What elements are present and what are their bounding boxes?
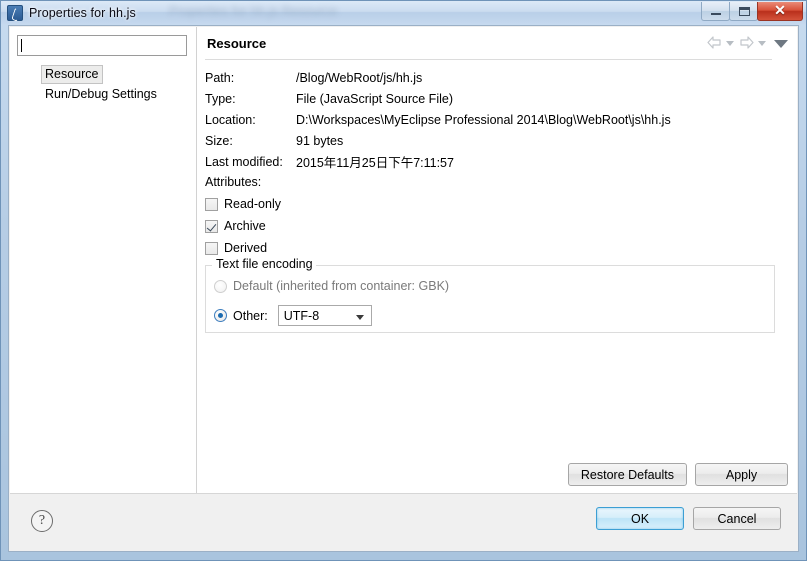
dialog-footer: ? OK Cancel	[10, 493, 797, 550]
checkbox-label: Archive	[224, 219, 266, 233]
resource-properties: Path: /Blog/WebRoot/js/hh.js Type: File …	[205, 67, 785, 172]
back-chevron-down-icon[interactable]	[725, 36, 736, 50]
close-button[interactable]: ✕	[757, 2, 803, 21]
window-frame: Properties for hh.js Resource Properties…	[0, 0, 807, 561]
radio-encoding-other[interactable]: Other:	[214, 309, 268, 323]
property-value: 91 bytes	[296, 133, 344, 148]
panel-action-buttons: Restore Defaults Apply	[567, 463, 788, 486]
minimize-button[interactable]	[701, 2, 730, 21]
dialog-body: Resource Run/Debug Settings Resource Pat…	[8, 25, 799, 552]
myeclipse-icon	[7, 4, 23, 21]
page-title: Resource	[207, 35, 267, 51]
title-ghost-text: Properties for hh.js Resource	[169, 3, 338, 18]
sidebar: Resource Run/Debug Settings	[10, 27, 197, 494]
apply-button[interactable]: Apply	[695, 463, 788, 486]
checkbox-label: Derived	[224, 241, 268, 255]
property-label: Path:	[205, 70, 235, 85]
encoding-combobox-value: UTF-8	[283, 308, 320, 323]
properties-tree: Resource Run/Debug Settings	[10, 65, 196, 105]
filter-input[interactable]	[17, 35, 187, 56]
property-value: /Blog/WebRoot/js/hh.js	[296, 70, 423, 85]
header-divider	[205, 59, 772, 60]
property-row-path: Path: /Blog/WebRoot/js/hh.js	[205, 67, 785, 88]
restore-defaults-button[interactable]: Restore Defaults	[567, 463, 687, 486]
checkbox-icon	[205, 197, 218, 211]
forward-arrow-icon[interactable]	[738, 35, 755, 50]
checkbox-checked-icon	[205, 219, 218, 233]
view-menu-icon[interactable]	[773, 36, 789, 50]
maximize-button[interactable]	[729, 2, 758, 21]
panel-toolbar	[706, 35, 789, 50]
content-region: Resource Run/Debug Settings Resource Pat…	[10, 27, 797, 494]
window-controls: ✕	[701, 2, 803, 22]
radio-label: Other:	[233, 308, 268, 323]
encoding-combobox[interactable]: UTF-8	[277, 305, 372, 326]
help-icon[interactable]: ?	[31, 510, 53, 532]
property-value: D:\Workspaces\MyEclipse Professional 201…	[296, 112, 671, 127]
checkbox-derived[interactable]: Derived	[205, 237, 775, 259]
property-label: Location:	[205, 112, 256, 127]
minimize-icon	[711, 13, 721, 15]
property-row-location: Location: D:\Workspaces\MyEclipse Profes…	[205, 109, 785, 130]
window-title: Properties for hh.js	[29, 5, 136, 20]
property-row-type: Type: File (JavaScript Source File)	[205, 88, 785, 109]
attributes-title: Attributes:	[205, 175, 262, 189]
property-row-size: Size: 91 bytes	[205, 130, 785, 151]
forward-chevron-down-icon[interactable]	[757, 36, 768, 50]
checkbox-icon	[205, 241, 218, 255]
sidebar-item-label: Run/Debug Settings	[45, 87, 157, 101]
maximize-icon	[739, 7, 750, 16]
sidebar-item-resource[interactable]: Resource	[10, 65, 196, 85]
radio-selected-icon	[214, 309, 227, 322]
checkbox-read-only[interactable]: Read-only	[205, 193, 775, 215]
checkbox-label: Read-only	[224, 197, 281, 211]
title-bar[interactable]: Properties for hh.js Resource Properties…	[1, 1, 806, 24]
close-icon: ✕	[774, 2, 786, 18]
property-value: 2015年11月25日下午7:11:57	[296, 156, 454, 170]
radio-encoding-other-row: Other: UTF-8	[214, 305, 372, 326]
main-panel: Resource Path: /Blog/WebRoot/js/hh.js Ty…	[197, 27, 797, 494]
radio-label: Default (inherited from container: GBK)	[233, 279, 450, 293]
property-row-last-modified: Last modified: 2015年11月25日下午7:11:57	[205, 151, 785, 172]
group-legend: Text file encoding	[213, 257, 316, 271]
back-arrow-icon[interactable]	[706, 35, 723, 50]
checkbox-archive[interactable]: Archive	[205, 215, 775, 237]
property-label: Type:	[205, 91, 236, 106]
property-label: Size:	[205, 133, 233, 148]
property-label: Last modified:	[205, 154, 283, 169]
chevron-down-icon	[355, 315, 364, 320]
ok-button[interactable]: OK	[596, 507, 684, 530]
text-caret	[21, 39, 22, 52]
text-file-encoding-group: Text file encoding Default (inherited fr…	[205, 257, 775, 333]
sidebar-item-run-debug-settings[interactable]: Run/Debug Settings	[10, 85, 196, 105]
dialog-buttons: OK Cancel	[596, 507, 781, 530]
radio-icon	[214, 279, 227, 293]
cancel-button[interactable]: Cancel	[693, 507, 781, 530]
radio-encoding-default[interactable]: Default (inherited from container: GBK)	[214, 279, 449, 293]
panel-header: Resource	[197, 27, 797, 59]
sidebar-item-label: Resource	[41, 65, 103, 84]
attributes-section: Attributes: Read-only Archive Derived	[205, 175, 775, 259]
property-value: File (JavaScript Source File)	[296, 91, 453, 106]
